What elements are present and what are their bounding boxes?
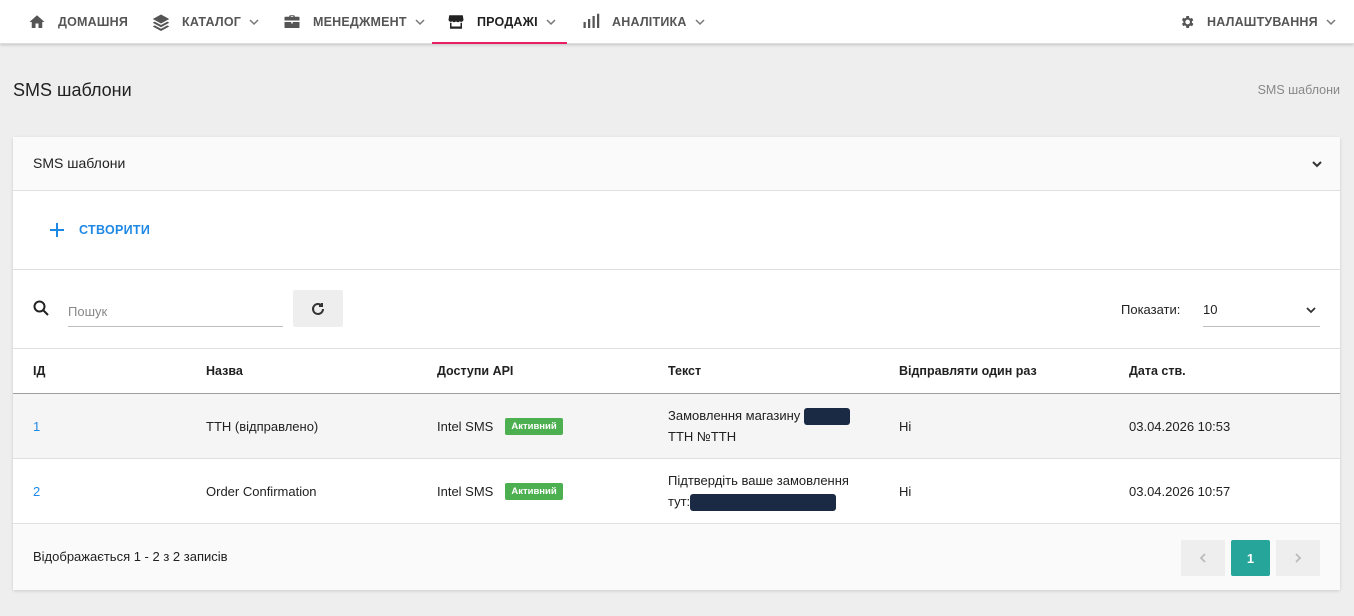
chevron-down-icon bbox=[1306, 307, 1316, 314]
templates-card: SMS шаблони СТВОРИТИ Показати: 10 ІД Наз… bbox=[13, 137, 1340, 590]
row-text-line1: Підтвердіть ваше замовлення bbox=[668, 473, 849, 488]
redacted-block bbox=[803, 408, 850, 426]
create-row: СТВОРИТИ bbox=[13, 191, 1340, 270]
row-name: ТТН (відправлено) bbox=[206, 418, 319, 434]
breadcrumb[interactable]: SMS шаблони bbox=[1258, 83, 1340, 97]
col-header-once[interactable]: Відправляти один раз bbox=[899, 349, 1037, 393]
bar-chart-icon bbox=[583, 13, 600, 28]
row-api-name: Intel SMS bbox=[437, 483, 494, 499]
row-api: Intel SMS Активний bbox=[437, 394, 563, 458]
status-badge: Активний bbox=[505, 482, 563, 500]
nav-analytics[interactable]: Аналітика bbox=[582, 0, 705, 44]
chevron-down-icon bbox=[546, 19, 556, 26]
row-date: 03.04.2026 10:53 bbox=[1129, 418, 1231, 434]
top-navbar: Домашня Каталог Менеджмент Продажі Аналі… bbox=[0, 0, 1354, 44]
row-id-link[interactable]: 1 bbox=[33, 419, 40, 434]
chevron-down-icon bbox=[415, 19, 425, 26]
nav-management[interactable]: Менеджмент bbox=[283, 0, 425, 44]
col-header-id[interactable]: ІД bbox=[33, 349, 45, 393]
card-title: SMS шаблони bbox=[33, 155, 126, 171]
layers-icon bbox=[152, 14, 170, 31]
nav-home[interactable]: Домашня bbox=[28, 0, 128, 44]
col-header-name[interactable]: Назва bbox=[206, 349, 243, 393]
home-icon bbox=[29, 15, 45, 28]
row-api: Intel SMS Активний bbox=[437, 459, 563, 523]
page-size-label: Показати: bbox=[1121, 302, 1181, 317]
refresh-icon bbox=[312, 302, 324, 315]
chevron-left-icon bbox=[1199, 553, 1206, 563]
row-text-line1: Замовлення магазину bbox=[668, 408, 801, 423]
nav-settings-label: Налаштування bbox=[1207, 15, 1318, 29]
records-info: Відображається 1 - 2 з 2 записів bbox=[33, 549, 228, 564]
table-header-row: ІД Назва Доступи API Текст Відправляти о… bbox=[13, 348, 1340, 394]
nav-sales[interactable]: Продажі bbox=[432, 0, 567, 44]
search-icon bbox=[33, 300, 49, 316]
templates-table: ІД Назва Доступи API Текст Відправляти о… bbox=[13, 348, 1340, 524]
pagination: 1 bbox=[1181, 540, 1320, 576]
row-once: Ні bbox=[899, 483, 912, 499]
nav-settings[interactable]: Налаштування bbox=[1179, 0, 1336, 44]
briefcase-icon bbox=[284, 15, 300, 28]
plus-icon bbox=[50, 223, 64, 237]
store-icon bbox=[448, 15, 464, 29]
table-row[interactable]: 2 Order Confirmation Intel SMS Активний … bbox=[13, 459, 1340, 524]
prev-page-button[interactable] bbox=[1181, 540, 1225, 576]
create-button[interactable]: СТВОРИТИ bbox=[49, 219, 150, 241]
nav-sales-label: Продажі bbox=[477, 15, 538, 29]
row-text: Підтвердіть ваше замовлення тут: bbox=[668, 459, 868, 523]
row-date: 03.04.2026 10:57 bbox=[1129, 483, 1231, 499]
nav-catalog-label: Каталог bbox=[182, 15, 242, 29]
collapse-chevron-icon[interactable] bbox=[1310, 157, 1324, 171]
card-header[interactable]: SMS шаблони bbox=[13, 137, 1340, 191]
next-page-button[interactable] bbox=[1276, 540, 1320, 576]
table-footer: Відображається 1 - 2 з 2 записів 1 bbox=[13, 524, 1340, 590]
chevron-down-icon bbox=[695, 19, 705, 26]
col-header-api[interactable]: Доступи API bbox=[437, 349, 513, 393]
row-text: Замовлення магазину ТТН №ТТН bbox=[668, 394, 868, 458]
redacted-block bbox=[690, 494, 837, 512]
col-header-text[interactable]: Текст bbox=[668, 349, 868, 393]
row-text-line2: ТТН №ТТН bbox=[668, 429, 737, 444]
create-button-label: СТВОРИТИ bbox=[79, 223, 151, 237]
row-text-line2: тут: bbox=[668, 494, 691, 509]
status-badge: Активний bbox=[505, 417, 563, 435]
page-title: SMS шаблони bbox=[13, 80, 132, 100]
row-id-link[interactable]: 2 bbox=[33, 484, 40, 499]
nav-analytics-label: Аналітика bbox=[612, 15, 687, 29]
gear-icon bbox=[1181, 16, 1194, 28]
page-size-select[interactable]: 10 bbox=[1203, 290, 1320, 327]
page-size-value: 10 bbox=[1203, 302, 1218, 317]
nav-catalog[interactable]: Каталог bbox=[152, 0, 259, 44]
search-input[interactable] bbox=[68, 290, 283, 327]
page-button-current[interactable]: 1 bbox=[1231, 540, 1270, 576]
nav-home-label: Домашня bbox=[58, 15, 129, 29]
refresh-button[interactable] bbox=[293, 290, 343, 327]
table-row[interactable]: 1 ТТН (відправлено) Intel SMS Активний З… bbox=[13, 394, 1340, 459]
nav-management-label: Менеджмент bbox=[313, 15, 407, 29]
row-name: Order Confirmation bbox=[206, 483, 317, 499]
chevron-down-icon bbox=[1326, 19, 1336, 26]
chevron-down-icon bbox=[249, 19, 259, 26]
col-header-date[interactable]: Дата ств. bbox=[1129, 349, 1186, 393]
row-once: Ні bbox=[899, 418, 912, 434]
row-api-name: Intel SMS bbox=[437, 418, 494, 434]
chevron-right-icon bbox=[1295, 553, 1302, 563]
